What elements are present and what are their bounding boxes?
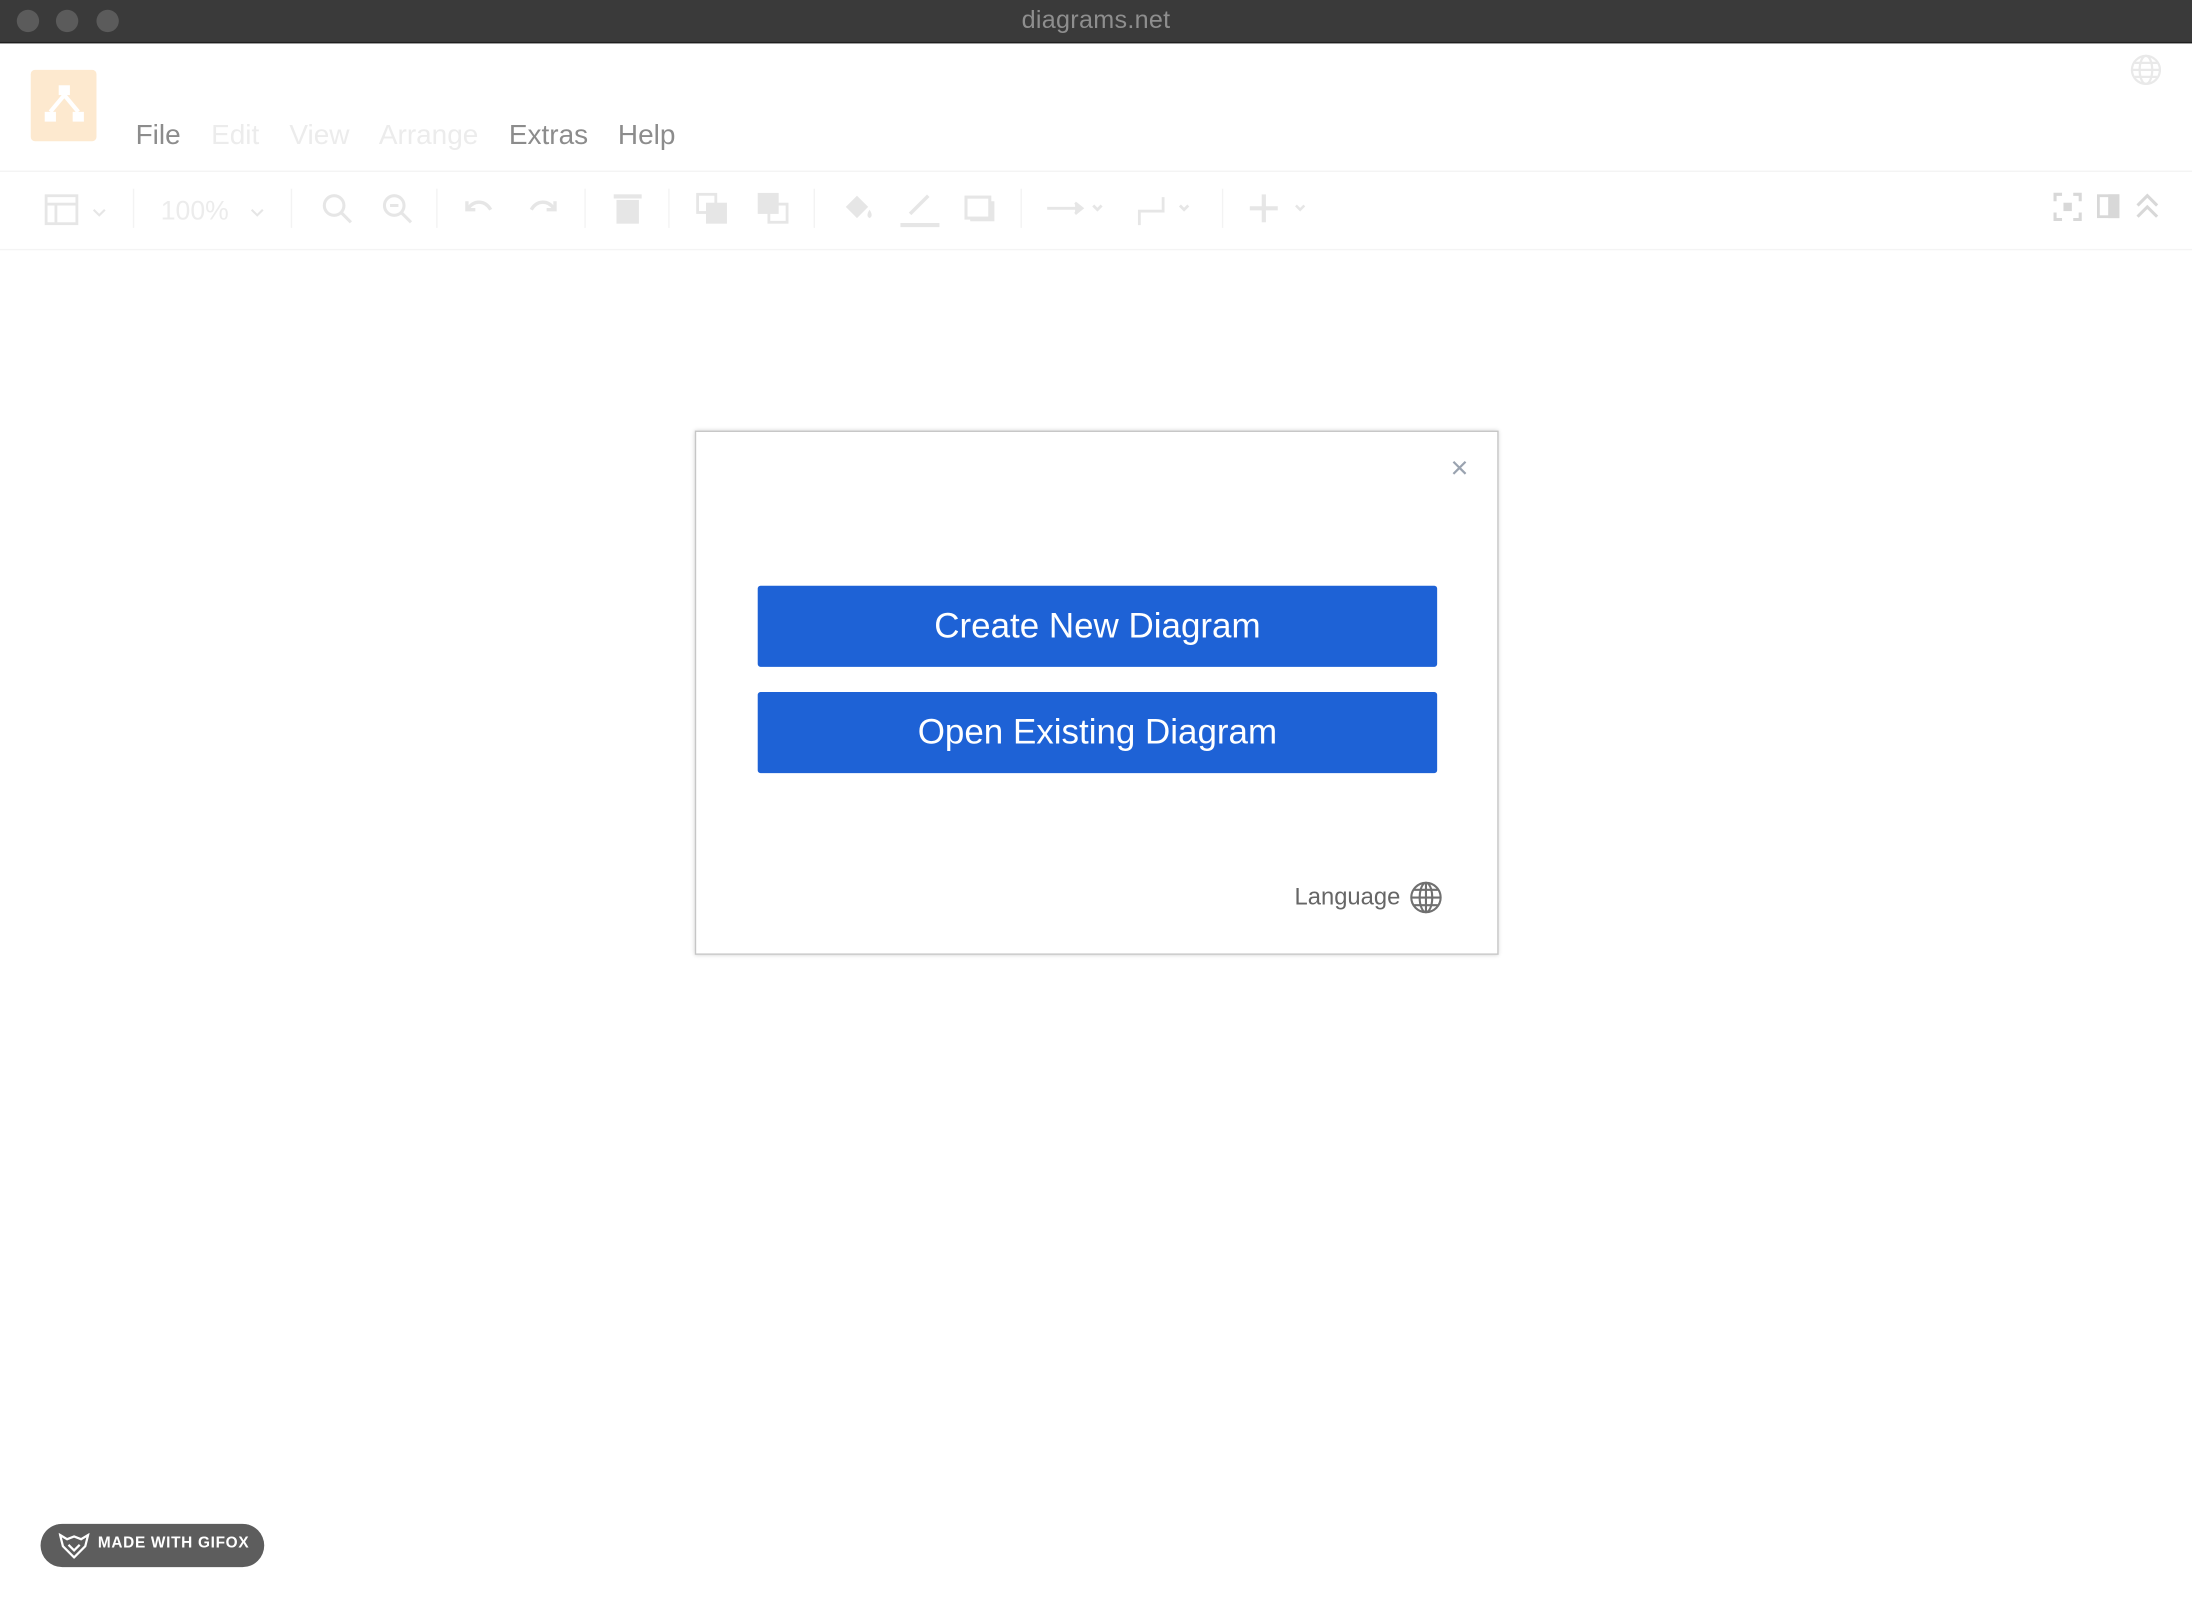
zoom-in-icon[interactable] (320, 192, 354, 233)
language-label: Language (1294, 883, 1401, 911)
open-existing-diagram-button[interactable]: Open Existing Diagram (757, 692, 1438, 774)
menu-arrange[interactable]: Arrange (379, 120, 478, 152)
toolbar-divider (436, 188, 438, 228)
insert-icon[interactable] (1248, 192, 1312, 233)
toolbar-divider (132, 188, 135, 228)
fill-color-icon[interactable] (840, 192, 876, 233)
app-window: diagrams.net File Edit View Arrange Extr… (0, 0, 2192, 1606)
toolbar-divider (1221, 188, 1224, 228)
close-icon[interactable]: × (1446, 452, 1474, 483)
menu-extras[interactable]: Extras (509, 120, 588, 152)
shadow-icon[interactable] (963, 192, 997, 233)
start-dialog: × Create New Diagram Open Existing Diagr… (694, 430, 1499, 955)
toolbar-divider (290, 188, 293, 228)
zoom-out-icon[interactable] (380, 192, 414, 233)
app-logo-icon (30, 69, 97, 142)
format-toggle-icon[interactable] (2096, 192, 2121, 227)
toolbar: 100% (0, 170, 2192, 251)
to-back-icon[interactable] (756, 192, 790, 233)
menu-edit[interactable]: Edit (211, 120, 259, 152)
zoom-level[interactable]: 100% (161, 197, 229, 228)
gifox-label: MADE WITH GIFOX (97, 1535, 250, 1552)
gifox-logo-icon (58, 1532, 90, 1559)
fullscreen-icon[interactable] (2052, 192, 2083, 230)
menu-view[interactable]: View (289, 120, 349, 152)
line-color-icon[interactable] (900, 192, 940, 235)
toolbar-divider (668, 188, 670, 228)
delete-icon[interactable] (612, 192, 643, 233)
connection-icon[interactable] (1047, 192, 1103, 233)
menu-file[interactable]: File (136, 120, 181, 152)
chevron-down-icon (250, 200, 264, 225)
toolbar-divider (813, 188, 816, 228)
redo-icon[interactable] (526, 192, 560, 233)
undo-icon[interactable] (463, 192, 497, 233)
window-titlebar: diagrams.net (0, 0, 2192, 44)
collapse-icon[interactable] (2135, 192, 2160, 230)
chevron-down-icon (92, 200, 106, 225)
waypoints-icon[interactable] (1135, 192, 1197, 235)
create-new-diagram-button[interactable]: Create New Diagram (757, 585, 1438, 667)
format-panel-icon[interactable] (43, 192, 79, 235)
window-title: diagrams.net (1021, 5, 1171, 34)
globe-icon[interactable] (2129, 53, 2163, 94)
gifox-badge: MADE WITH GIFOX (40, 1523, 265, 1568)
to-front-icon[interactable] (695, 192, 729, 233)
toolbar-divider (584, 188, 586, 228)
globe-icon (1410, 881, 1442, 914)
toolbar-divider (1020, 188, 1022, 228)
menu-help[interactable]: Help (618, 120, 676, 152)
